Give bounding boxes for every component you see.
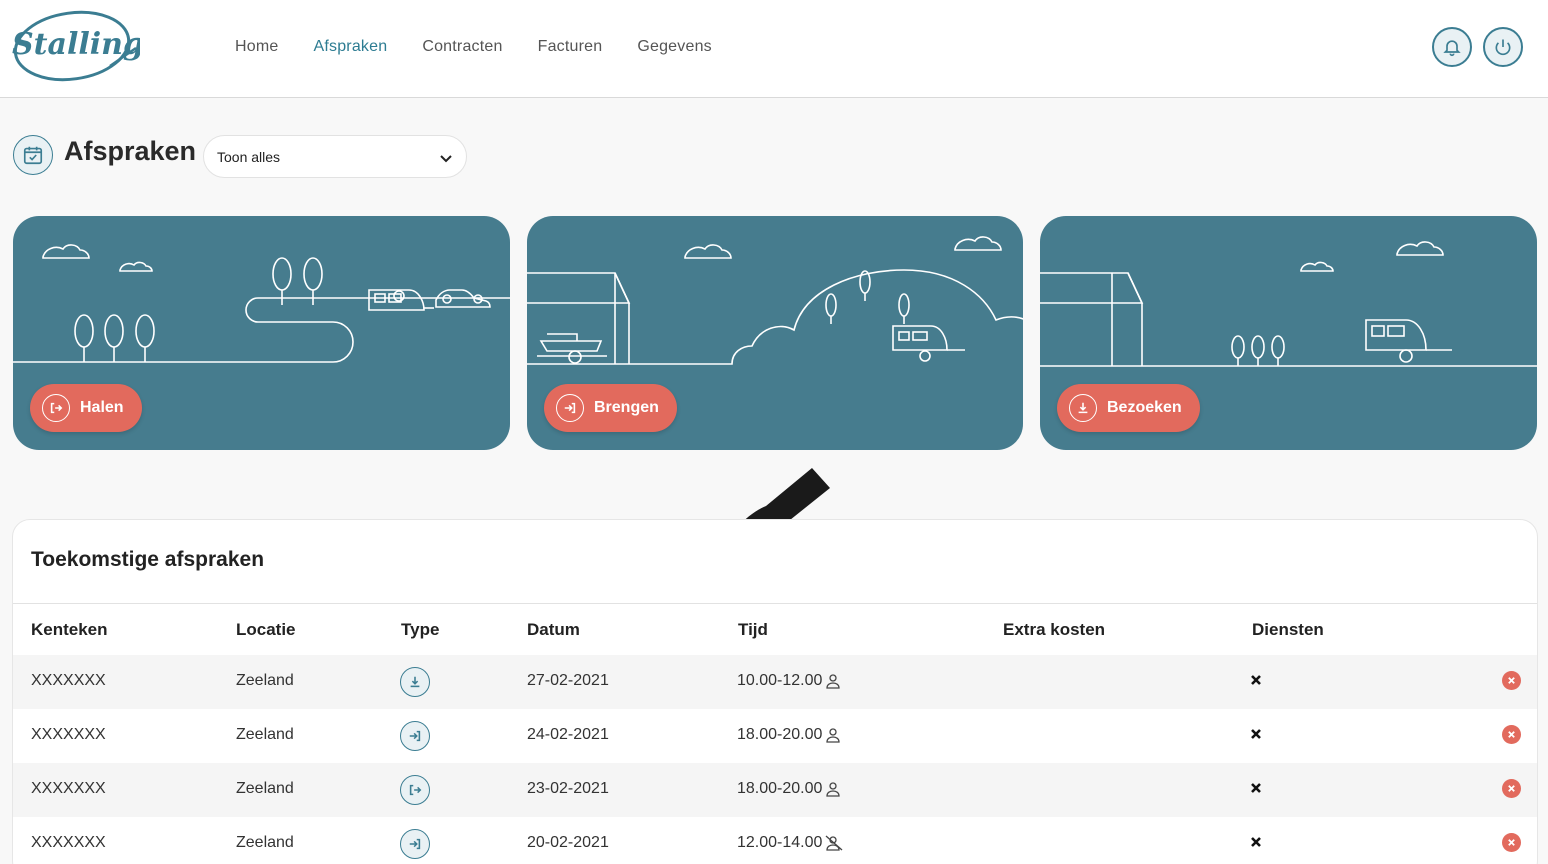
exit-icon [400, 775, 430, 805]
exit-icon [42, 394, 70, 422]
chevron-down-icon [440, 155, 452, 163]
close-icon [1508, 677, 1515, 684]
card-brengen[interactable]: Brengen [527, 216, 1023, 450]
cell-tijd-value: 18.00-20.00 [737, 780, 823, 797]
panel-title: Toekomstige afspraken [31, 548, 265, 571]
filter-select-value: Toon alles [217, 149, 281, 165]
divider [13, 603, 1537, 604]
cell-tijd: 10.00-12.00 [737, 672, 841, 690]
nav-facturen[interactable]: Facturen [538, 38, 603, 56]
cell-datum: 24-02-2021 [527, 726, 609, 743]
col-header-tijd[interactable]: Tijd [738, 620, 768, 640]
filter-select[interactable]: Toon alles [203, 135, 467, 178]
brengen-button[interactable]: Brengen [544, 384, 677, 432]
cell-datum: 20-02-2021 [527, 834, 609, 851]
enter-icon [400, 721, 430, 751]
enter-icon [556, 394, 584, 422]
cell-kenteken: XXXXXXX [31, 834, 106, 851]
nav-gegevens[interactable]: Gegevens [637, 38, 712, 56]
close-icon [1508, 785, 1515, 792]
cell-datum: 23-02-2021 [527, 780, 609, 797]
col-header-kenteken[interactable]: Kenteken [31, 620, 108, 640]
cell-tijd: 18.00-20.00 [737, 726, 841, 744]
stalling31-logo[interactable]: Stalling31 [10, 8, 186, 88]
cell-datum: 27-02-2021 [527, 672, 609, 689]
appointments-panel: Toekomstige afspraken Kenteken Locatie T… [12, 519, 1538, 864]
x-icon [1251, 837, 1261, 847]
cell-tijd-value: 18.00-20.00 [737, 726, 823, 743]
col-header-datum[interactable]: Datum [527, 620, 580, 640]
cell-tijd: 12.00-14.00 [737, 834, 843, 852]
person-off-icon [825, 835, 843, 851]
cell-tijd-value: 10.00-12.00 [737, 672, 823, 689]
col-header-extra-kosten[interactable]: Extra kosten [1003, 620, 1105, 640]
nav-home[interactable]: Home [235, 38, 278, 56]
cell-locatie: Zeeland [236, 834, 294, 851]
table-row[interactable]: XXXXXXX Zeeland 27-02-2021 10.00-12.00 [13, 655, 1537, 709]
card-halen[interactable]: Halen [13, 216, 510, 450]
person-icon [826, 728, 841, 743]
close-icon [1508, 839, 1515, 846]
nav-afspraken[interactable]: Afspraken [313, 38, 387, 56]
cell-kenteken: XXXXXXX [31, 672, 106, 689]
cell-locatie: Zeeland [236, 726, 294, 743]
power-icon [1495, 39, 1511, 56]
page-title: Afspraken [64, 136, 197, 166]
col-header-locatie[interactable]: Locatie [236, 620, 296, 640]
col-header-type[interactable]: Type [401, 620, 439, 640]
cell-kenteken: XXXXXXX [31, 780, 106, 797]
main-nav: Home Afspraken Contracten Facturen Gegev… [235, 38, 747, 56]
cell-tijd: 18.00-20.00 [737, 780, 841, 798]
delete-button[interactable] [1502, 725, 1521, 744]
svg-text:Stalling31: Stalling31 [12, 27, 140, 62]
table-row[interactable]: XXXXXXX Zeeland 23-02-2021 18.00-20.00 [13, 763, 1537, 817]
table-row[interactable]: XXXXXXX Zeeland 24-02-2021 18.00-20.00 [13, 709, 1537, 763]
table-row[interactable]: XXXXXXX Zeeland 20-02-2021 12.00-14.00 [13, 817, 1537, 864]
bell-icon [1443, 40, 1461, 57]
person-icon [826, 782, 841, 797]
enter-icon [400, 829, 430, 859]
top-header: Stalling31 Home Afspraken Contracten Fac… [0, 0, 1548, 98]
download-icon [400, 667, 430, 697]
notifications-button[interactable] [1432, 27, 1472, 67]
download-icon [1069, 394, 1097, 422]
cell-locatie: Zeeland [236, 780, 294, 797]
cell-tijd-value: 12.00-14.00 [737, 834, 823, 851]
x-icon [1251, 783, 1261, 793]
card-bezoeken[interactable]: Bezoeken [1040, 216, 1537, 450]
delete-button[interactable] [1502, 779, 1521, 798]
cell-locatie: Zeeland [236, 672, 294, 689]
logout-button[interactable] [1483, 27, 1523, 67]
col-header-diensten[interactable]: Diensten [1252, 620, 1324, 640]
person-icon [826, 674, 841, 689]
halen-button[interactable]: Halen [30, 384, 142, 432]
delete-button[interactable] [1502, 671, 1521, 690]
brengen-button-label: Brengen [594, 399, 659, 416]
halen-button-label: Halen [80, 399, 124, 416]
bezoeken-button-label: Bezoeken [1107, 399, 1182, 416]
bezoeken-button[interactable]: Bezoeken [1057, 384, 1200, 432]
x-icon [1251, 675, 1261, 685]
calendar-icon [13, 135, 53, 175]
nav-contracten[interactable]: Contracten [422, 38, 502, 56]
delete-button[interactable] [1502, 833, 1521, 852]
x-icon [1251, 729, 1261, 739]
close-icon [1508, 731, 1515, 738]
cell-kenteken: XXXXXXX [31, 726, 106, 743]
